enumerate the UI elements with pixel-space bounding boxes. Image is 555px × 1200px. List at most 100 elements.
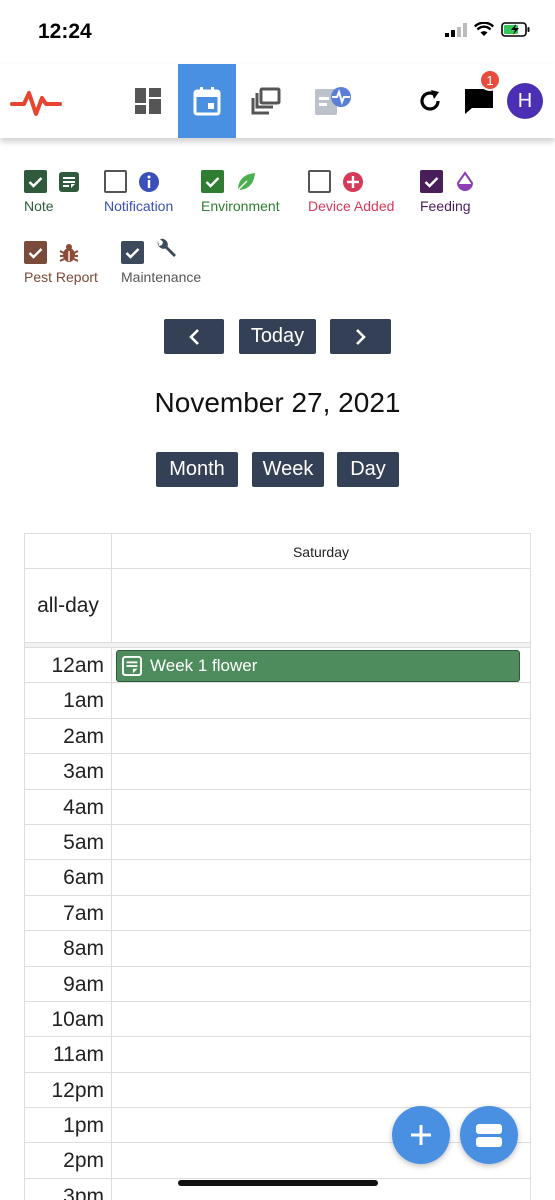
refresh-button[interactable]	[412, 64, 448, 138]
pest-report-label: Pest Report	[24, 269, 98, 285]
messages-button[interactable]: 1	[458, 64, 501, 138]
tab-calendar[interactable]	[178, 64, 236, 138]
hour-label: 9am	[25, 966, 112, 1001]
calendar-event[interactable]: Week 1 flower	[116, 650, 520, 682]
calendar-icon	[193, 87, 221, 116]
hour-label: 1am	[25, 683, 112, 718]
hour-row: 6am	[25, 860, 530, 896]
time-slot[interactable]	[112, 896, 530, 930]
time-slot[interactable]	[112, 1037, 530, 1071]
filter-feeding[interactable]: Feeding	[420, 170, 476, 214]
user-menu[interactable]: H	[506, 64, 544, 138]
notification-label: Notification	[104, 198, 174, 214]
wrench-icon	[157, 238, 176, 257]
plus-circle-icon	[343, 171, 363, 192]
status-time: 12:24	[38, 20, 92, 43]
refresh-icon	[420, 90, 440, 111]
notification-badge: 1	[479, 69, 501, 91]
hour-row: 12am Week 1 flower	[25, 648, 530, 684]
all-day-label: all-day	[25, 569, 112, 642]
time-slot[interactable]	[112, 860, 530, 894]
axis-corner	[25, 534, 112, 568]
device-added-label: Device Added	[308, 198, 395, 214]
gallery-icon	[251, 87, 281, 115]
hour-row: 5am	[25, 824, 530, 861]
day-view-button[interactable]: Day	[337, 452, 399, 487]
layout-button[interactable]	[460, 1106, 518, 1164]
avatar: H	[507, 83, 543, 119]
hour-label: 12pm	[25, 1072, 112, 1108]
week-view-button[interactable]: Week	[252, 452, 324, 487]
hour-label: 2pm	[25, 1143, 112, 1178]
add-button[interactable]	[392, 1106, 450, 1164]
filter-maintenance[interactable]: Maintenance	[121, 238, 202, 285]
filter-pest-report[interactable]: Pest Report	[24, 241, 98, 285]
hour-row: 3am	[25, 754, 530, 790]
hour-row: 2am	[25, 718, 530, 755]
environment-label: Environment	[201, 198, 280, 214]
tab-dashboard[interactable]	[119, 64, 177, 138]
filter-device-added[interactable]: Device Added	[308, 170, 394, 214]
hour-label: 5am	[25, 824, 112, 860]
hour-row: 1am	[25, 683, 530, 719]
event-title: Week 1 flower	[150, 656, 258, 675]
info-icon	[139, 171, 159, 192]
maintenance-label: Maintenance	[121, 269, 202, 285]
time-slot[interactable]	[112, 1073, 530, 1107]
feeding-checkbox[interactable]	[420, 170, 443, 193]
note-checkbox[interactable]	[24, 170, 47, 193]
calendar-grid: Saturday all-day 12am Week 1 flower 1am 2am…	[24, 533, 531, 1200]
hour-label: 1pm	[25, 1108, 112, 1143]
hour-row: 10am	[25, 1001, 530, 1038]
filter-notification[interactable]: Notification	[104, 170, 173, 214]
time-slot[interactable]	[112, 1002, 530, 1036]
hour-row: 8am	[25, 931, 530, 967]
time-slot[interactable]	[112, 825, 530, 859]
maintenance-checkbox[interactable]	[121, 241, 144, 264]
hour-label: 3pm	[25, 1178, 112, 1200]
filter-environment[interactable]: Environment	[201, 170, 280, 214]
date-title: November 27, 2021	[154, 387, 401, 418]
pulse-logo-icon[interactable]	[10, 84, 62, 118]
hour-row: 4am	[25, 789, 530, 825]
calendar-header: Saturday	[25, 533, 530, 569]
time-slot[interactable]	[112, 683, 530, 717]
next-button[interactable]	[330, 319, 391, 354]
prev-button[interactable]	[164, 319, 224, 354]
environment-checkbox[interactable]	[201, 170, 224, 193]
pest-report-checkbox[interactable]	[24, 241, 47, 264]
chevron-left-icon	[189, 328, 199, 345]
note-icon	[122, 656, 142, 676]
chevron-right-icon	[355, 328, 366, 345]
hour-row: 12pm	[25, 1072, 530, 1109]
hour-row: 2pm	[25, 1143, 530, 1179]
bug-icon	[59, 243, 79, 262]
tab-report[interactable]	[304, 64, 362, 138]
status-bar: 12:24	[0, 0, 555, 64]
battery-icon	[501, 22, 530, 37]
hour-label: 11am	[25, 1037, 112, 1072]
feeding-label: Feeding	[420, 198, 471, 214]
filter-note[interactable]: Note	[24, 170, 80, 214]
hour-label: 4am	[25, 789, 112, 824]
status-icons	[445, 22, 531, 37]
time-slot[interactable]	[112, 790, 530, 824]
hour-label: 10am	[25, 1001, 112, 1037]
leaf-icon	[237, 172, 255, 190]
notification-checkbox[interactable]	[104, 170, 127, 193]
tab-gallery[interactable]	[237, 64, 295, 138]
time-slot[interactable]	[112, 754, 530, 788]
time-slot[interactable]	[112, 967, 530, 1001]
hour-label: 8am	[25, 931, 112, 966]
day-header: Saturday	[292, 544, 350, 560]
time-slot[interactable]: Week 1 flower	[112, 648, 530, 682]
today-button[interactable]: Today	[239, 319, 316, 354]
time-slot[interactable]	[112, 931, 530, 965]
all-day-cell[interactable]	[112, 569, 530, 642]
time-slot[interactable]	[112, 719, 530, 753]
device-added-checkbox[interactable]	[308, 170, 331, 193]
report-icon	[315, 87, 351, 115]
home-indicator	[178, 1180, 378, 1186]
hour-row: 1pm	[25, 1108, 530, 1144]
month-view-button[interactable]: Month	[156, 452, 238, 487]
